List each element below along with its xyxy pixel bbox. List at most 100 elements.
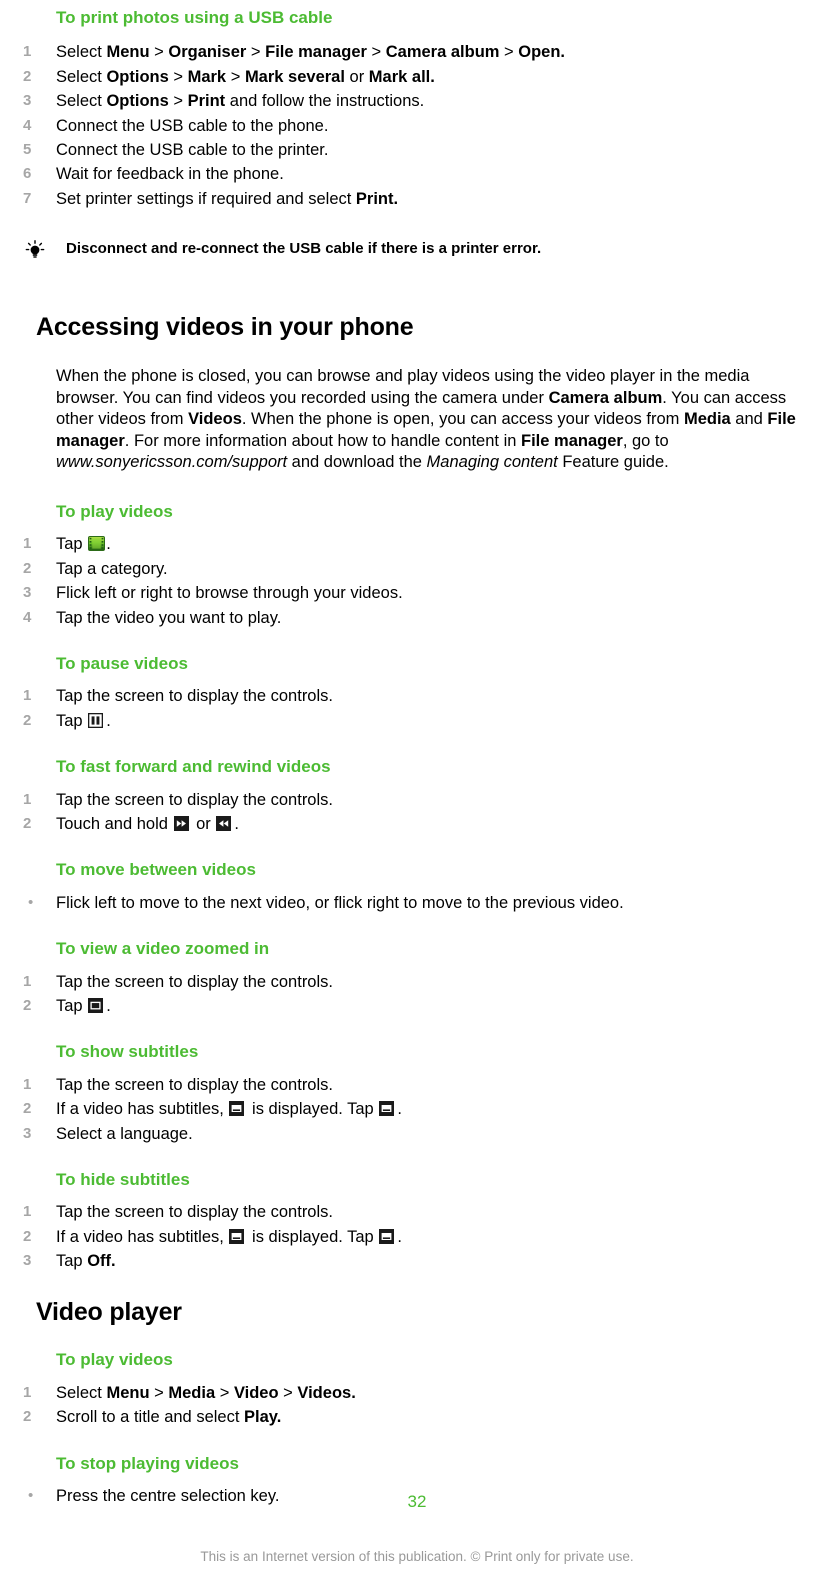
step-text: .	[106, 996, 111, 1015]
subtitle-icon	[229, 1228, 246, 1245]
path-separator: >	[149, 1383, 169, 1402]
list-item: Select Options > Mark > Mark several or …	[20, 65, 814, 90]
step-text: .	[397, 1100, 402, 1119]
heading-video-player-play-videos: To play videos	[56, 1350, 173, 1370]
step-text: Select a language.	[56, 1124, 193, 1143]
list-item: Tap the screen to display the controls.	[20, 684, 814, 709]
step-text: Tap the screen to display the controls.	[56, 1203, 333, 1222]
list-item: Tap .	[20, 994, 814, 1019]
page-number: 32	[407, 1492, 427, 1511]
step-text: Select	[56, 43, 102, 62]
para-text: and download the	[287, 453, 427, 472]
step-text: Tap a category.	[56, 559, 168, 578]
ui-term: Camera album	[548, 388, 663, 407]
step-text: or	[196, 814, 211, 833]
menu-path-item: Options	[106, 67, 169, 86]
step-text: Select	[56, 1383, 102, 1402]
list-item: Touch and hold or .	[20, 812, 814, 837]
heading-to-pause-videos: To pause videos	[56, 653, 188, 673]
menu-path-item: Open.	[518, 43, 566, 62]
support-url: www.sonyericsson.com/support	[56, 453, 288, 472]
menu-path-item: Mark	[187, 67, 227, 86]
path-separator: >	[149, 43, 169, 62]
step-text: If a video has subtitles,	[56, 1227, 224, 1246]
list-item: Set printer settings if required and sel…	[20, 187, 814, 212]
list-item: Select Menu > Organiser > File manager >…	[20, 40, 814, 65]
heading-to-stop-playing-videos: To stop playing videos	[56, 1453, 239, 1473]
heading-to-view-zoomed-in: To view a video zoomed in	[56, 939, 270, 959]
ui-term: Off.	[87, 1252, 116, 1271]
step-text: Tap the screen to display the controls.	[56, 1075, 333, 1094]
step-text: Select	[56, 92, 102, 111]
step-text: Scroll to a title and select	[56, 1408, 240, 1427]
fast-forward-icon	[173, 815, 191, 832]
step-text: is displayed. Tap	[252, 1227, 374, 1246]
ui-term: Videos	[188, 410, 242, 429]
path-separator: >	[246, 43, 266, 62]
guide-title: Managing content	[426, 453, 558, 472]
list-item: Tap the screen to display the controls.	[20, 788, 814, 813]
list-item: Tap the screen to display the controls.	[20, 1073, 814, 1098]
step-text: Set printer settings if required and sel…	[56, 189, 352, 208]
show-subtitles-steps: Tap the screen to display the controls. …	[20, 1073, 814, 1147]
list-item: Select Options > Print and follow the in…	[20, 89, 814, 114]
list-item: Flick left to move to the next video, or…	[20, 891, 814, 916]
path-separator: >	[215, 1383, 234, 1402]
menu-path-item: File manager	[265, 43, 367, 62]
subtitle-icon	[379, 1228, 396, 1245]
step-text: Tap the screen to display the controls.	[56, 687, 333, 706]
list-item: Select Menu > Media > Video > Videos.	[20, 1381, 814, 1406]
step-text: .	[106, 535, 111, 554]
play-videos-steps: Tap . Tap a category. Flick left or righ…	[20, 532, 814, 630]
heading-to-move-between-videos: To move between videos	[56, 860, 256, 880]
menu-path-item: Menu	[106, 43, 150, 62]
tip-text: Disconnect and re-connect the USB cable …	[66, 240, 542, 258]
menu-path-item: Camera album	[385, 43, 500, 62]
video-player-play-steps: Select Menu > Media > Video > Videos. Sc…	[20, 1381, 814, 1430]
hide-subtitles-steps: Tap the screen to display the controls. …	[20, 1200, 814, 1274]
manual-page: To print photos using a USB cable Select…	[0, 0, 834, 1590]
para-text: , go to	[622, 431, 669, 450]
step-text: Touch and hold	[56, 814, 168, 833]
list-item: Scroll to a title and select Play.	[20, 1405, 814, 1430]
print-photos-steps: Select Menu > Organiser > File manager >…	[20, 40, 814, 211]
move-between-videos-list: Flick left to move to the next video, or…	[20, 891, 814, 916]
step-text: If a video has subtitles,	[56, 1100, 224, 1119]
para-text: and	[730, 410, 768, 429]
path-separator: >	[168, 92, 188, 111]
tip-note: Disconnect and re-connect the USB cable …	[20, 239, 814, 259]
heading-accessing-videos: Accessing videos in your phone	[36, 313, 414, 342]
path-separator: >	[278, 1383, 298, 1402]
path-separator: >	[366, 43, 386, 62]
step-text: .	[397, 1227, 402, 1246]
step-text: .	[234, 814, 239, 833]
menu-path-item: Mark several	[244, 67, 345, 86]
menu-path-item: Video	[233, 1383, 279, 1402]
pause-videos-steps: Tap the screen to display the controls. …	[20, 684, 814, 733]
step-text: Tap	[56, 1252, 83, 1271]
list-item: Tap the screen to display the controls.	[20, 1200, 814, 1225]
step-text: Connect the USB cable to the phone.	[56, 116, 329, 135]
menu-path-item: Options	[106, 92, 169, 111]
accessing-videos-paragraph: When the phone is closed, you can browse…	[20, 366, 814, 474]
step-text: Tap the screen to display the controls.	[56, 790, 333, 809]
zoomed-in-steps: Tap the screen to display the controls. …	[20, 970, 814, 1019]
fast-forward-steps: Tap the screen to display the controls. …	[20, 788, 814, 837]
menu-path-item: Organiser	[168, 43, 247, 62]
menu-path-item: Media	[168, 1383, 216, 1402]
